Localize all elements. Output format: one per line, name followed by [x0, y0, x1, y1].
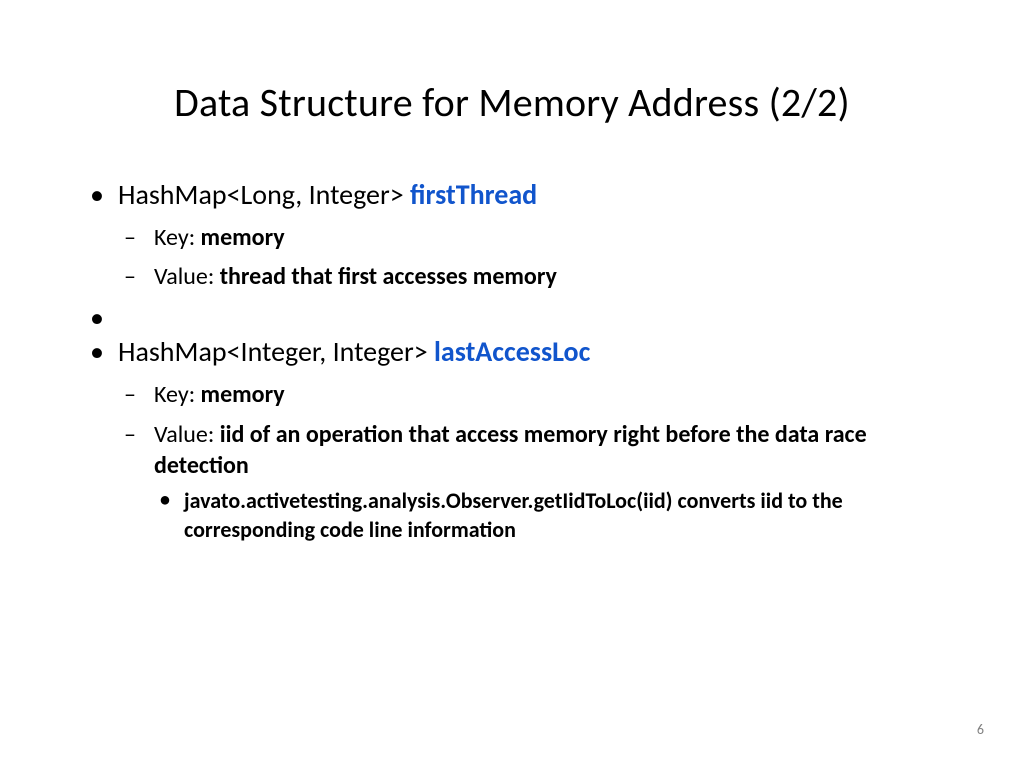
variable-name: firstThread: [410, 177, 537, 212]
key-value: memory: [201, 223, 285, 252]
value-label: Value:: [154, 262, 220, 291]
key-label: Key:: [154, 223, 201, 252]
sub-sub-list: javato.activetesting.analysis.Observer.g…: [154, 487, 942, 544]
list-item: javato.activetesting.analysis.Observer.g…: [154, 487, 942, 544]
type-label: HashMap<Integer, Integer>: [118, 334, 434, 369]
page-number: 6: [977, 721, 984, 738]
list-item: Key: memory: [118, 222, 942, 253]
variable-name: lastAccessLoc: [434, 334, 590, 369]
type-label: HashMap<Long, Integer>: [118, 177, 410, 212]
value-label: Value:: [154, 420, 220, 449]
slide: Data Structure for Memory Address (2/2) …: [0, 0, 1024, 544]
slide-title: Data Structure for Memory Address (2/2): [82, 78, 942, 127]
key-value: memory: [201, 380, 285, 409]
list-item: HashMap<Long, Integer> firstThread Key: …: [82, 177, 942, 292]
list-item: Key: memory: [118, 379, 942, 410]
sub-list: Key: memory Value: iid of an operation t…: [118, 379, 942, 544]
list-item: Value: thread that first accesses memory: [118, 261, 942, 292]
list-item: HashMap<Integer, Integer> lastAccessLoc …: [82, 334, 942, 544]
value-value: thread that first accesses memory: [220, 262, 557, 291]
spacer: [82, 300, 942, 330]
sub-list: Key: memory Value: thread that first acc…: [118, 222, 942, 292]
value-value: iid of an operation that access memory r…: [154, 420, 867, 480]
bullet-list: HashMap<Long, Integer> firstThread Key: …: [82, 177, 942, 544]
list-item: Value: iid of an operation that access m…: [118, 419, 942, 545]
key-label: Key:: [154, 380, 201, 409]
